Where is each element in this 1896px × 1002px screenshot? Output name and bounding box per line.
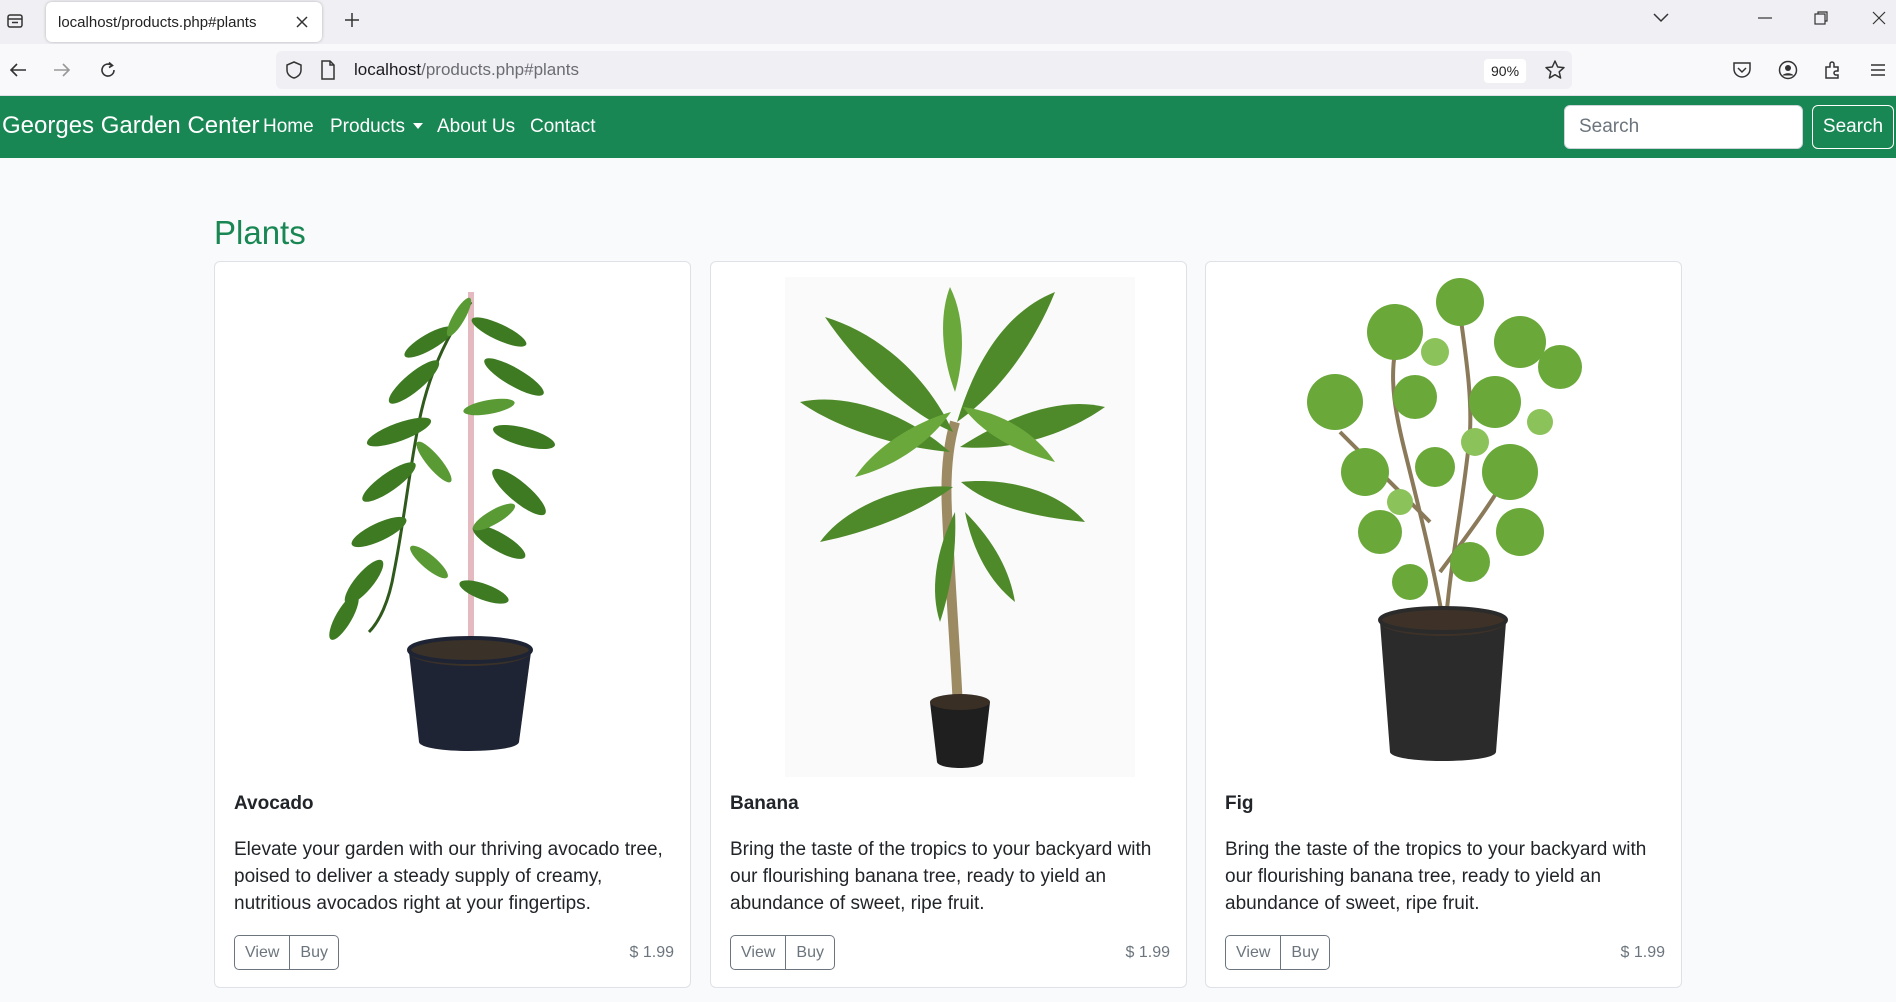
buy-button[interactable]: Buy bbox=[1281, 935, 1330, 970]
reload-icon[interactable] bbox=[92, 54, 124, 86]
browser-tab-bar: localhost/products.php#plants bbox=[0, 0, 1896, 44]
close-tab-icon[interactable] bbox=[290, 10, 314, 34]
menu-icon[interactable] bbox=[1862, 54, 1894, 86]
fig-plant-image[interactable] bbox=[1220, 272, 1668, 782]
product-card-banana: Banana Bring the taste of the tropics to… bbox=[710, 261, 1187, 988]
pocket-icon[interactable] bbox=[1726, 54, 1758, 86]
forward-arrow-icon[interactable] bbox=[46, 54, 78, 86]
tab-list-icon[interactable] bbox=[0, 6, 30, 36]
card-price: $ 1.99 bbox=[629, 944, 674, 961]
back-arrow-icon[interactable] bbox=[2, 54, 34, 86]
view-button[interactable]: View bbox=[234, 935, 291, 970]
product-card-avocado: Avocado Elevate your garden with our thr… bbox=[214, 261, 691, 988]
card-description: Bring the taste of the tropics to your b… bbox=[1225, 839, 1647, 914]
search-button[interactable]: Search bbox=[1812, 105, 1894, 149]
card-title: Avocado bbox=[234, 793, 314, 814]
browser-toolbar: localhost/products.php#plants 90% bbox=[0, 44, 1896, 96]
site-navbar: Georges Garden Center Home Products Abou… bbox=[0, 96, 1896, 158]
zoom-level[interactable]: 90% bbox=[1484, 59, 1527, 83]
caret-down-icon bbox=[412, 123, 423, 129]
site-brand[interactable]: Georges Garden Center bbox=[2, 112, 259, 140]
url-host: localhost bbox=[354, 60, 422, 79]
page-info-icon[interactable] bbox=[320, 60, 336, 85]
card-title: Fig bbox=[1225, 793, 1254, 814]
minimize-icon[interactable] bbox=[1742, 0, 1788, 36]
section-title: Plants bbox=[214, 214, 306, 251]
banana-plant-image[interactable] bbox=[725, 272, 1173, 782]
nav-products-dropdown[interactable]: Products bbox=[330, 116, 423, 138]
address-bar[interactable]: localhost/products.php#plants 90% bbox=[276, 51, 1572, 89]
nav-about[interactable]: About Us bbox=[437, 116, 515, 138]
browser-tab[interactable]: localhost/products.php#plants bbox=[46, 2, 322, 42]
buy-button[interactable]: Buy bbox=[786, 935, 835, 970]
extensions-icon[interactable] bbox=[1816, 54, 1848, 86]
tab-title: localhost/products.php#plants bbox=[58, 13, 257, 31]
product-card-fig: Fig Bring the taste of the tropics to yo… bbox=[1205, 261, 1682, 988]
card-button-group: View Buy bbox=[1225, 935, 1330, 970]
card-price: $ 1.99 bbox=[1125, 944, 1170, 961]
url-path: /products.php#plants bbox=[421, 60, 579, 79]
account-icon[interactable] bbox=[1772, 54, 1804, 86]
nav-contact[interactable]: Contact bbox=[530, 116, 595, 138]
card-button-group: View Buy bbox=[730, 935, 835, 970]
card-price: $ 1.99 bbox=[1620, 944, 1665, 961]
nav-products-label: Products bbox=[330, 116, 405, 137]
search-input[interactable] bbox=[1564, 105, 1803, 149]
view-button[interactable]: View bbox=[1225, 935, 1282, 970]
buy-button[interactable]: Buy bbox=[290, 935, 339, 970]
restore-icon[interactable] bbox=[1798, 0, 1844, 36]
bookmark-star-icon[interactable] bbox=[1544, 59, 1566, 86]
shield-icon[interactable] bbox=[284, 60, 304, 85]
nav-home[interactable]: Home bbox=[263, 116, 314, 138]
card-title: Banana bbox=[730, 793, 799, 814]
avocado-plant-image[interactable] bbox=[229, 272, 677, 782]
card-description: Elevate your garden with our thriving av… bbox=[234, 839, 663, 914]
chevron-down-icon[interactable] bbox=[1638, 0, 1684, 36]
close-window-icon[interactable] bbox=[1856, 0, 1896, 36]
card-button-group: View Buy bbox=[234, 935, 339, 970]
url-text[interactable]: localhost/products.php#plants bbox=[354, 60, 579, 80]
card-description: Bring the taste of the tropics to your b… bbox=[730, 839, 1152, 914]
new-tab-icon[interactable] bbox=[336, 4, 368, 36]
view-button[interactable]: View bbox=[730, 935, 787, 970]
